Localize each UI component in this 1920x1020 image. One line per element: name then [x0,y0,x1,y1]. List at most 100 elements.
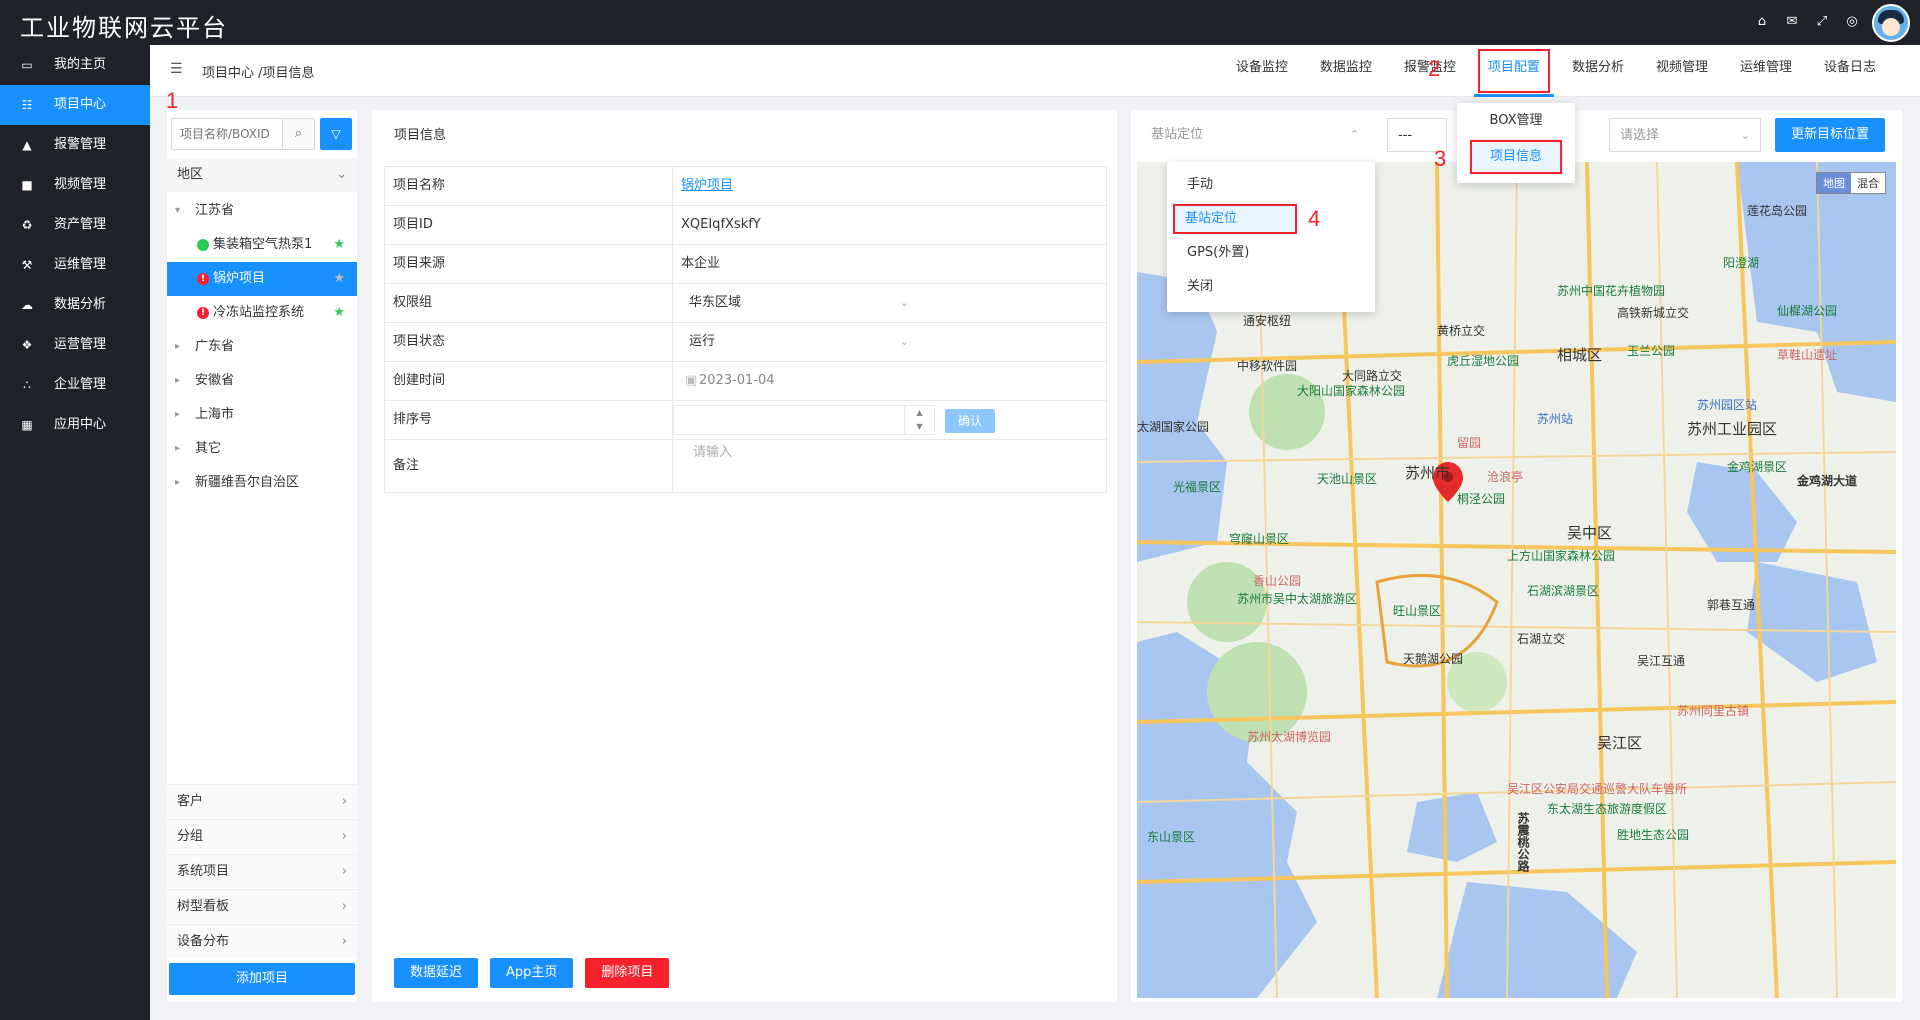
map-label: 留园 [1457,436,1482,450]
tree-node-project-selected[interactable]: ! 锅炉项目 ★ [167,262,357,296]
sidebar-item-apps[interactable]: ▦ 应用中心 [0,405,150,445]
sidebar-item-enterprise[interactable]: ∴ 企业管理 [0,365,150,405]
locate-option-off[interactable]: 关闭 [1167,270,1375,304]
tab-data-analysis[interactable]: 数据分析 [1558,45,1638,97]
sidebar-item-label: 我的主页 [54,57,107,72]
tab-device-log[interactable]: 设备日志 [1810,45,1890,97]
star-icon[interactable]: ★ [333,262,345,296]
tree-node-project[interactable]: ! 冷冻站监控系统 ★ [167,296,357,330]
project-status-select[interactable]: 运行 ⌄ [679,327,919,357]
tree-node-project[interactable]: 集装箱空气热泵1 ★ [167,228,357,262]
confirm-button[interactable]: 确认 [945,409,995,433]
locate-option-base-station[interactable]: 基站定位 [1171,202,1299,236]
sidebar-item-label: 企业管理 [54,377,107,392]
menu-toggle-icon[interactable]: ☰ [170,61,183,77]
remark-textarea[interactable]: 请输入 [673,440,1106,492]
accordion-device-distribution[interactable]: 设备分布 › [167,924,357,958]
project-tree-panel: ⌕ ▽ 地区 ⌄ ▾ 江苏省 集装箱空气热泵1 ★ ! 锅炉项目 ★ ! 冷冻站监控系统 ★ … [167,110,357,1002]
map-label: 吴中区 [1567,524,1613,542]
map-mode-hybrid[interactable]: 混合 [1851,173,1885,193]
tree-node-other[interactable]: ▸ 其它 [167,432,357,466]
accordion-system-project[interactable]: 系统项目 › [167,854,357,888]
permission-group-select[interactable]: 华东区域 ⌄ [679,288,919,318]
target-select[interactable]: 请选择 ⌄ [1609,118,1761,152]
mail-icon[interactable]: ✉ [1784,14,1800,30]
map-label: 高铁新城立交 [1617,306,1690,320]
locate-option-gps[interactable]: GPS(外置) [1167,236,1375,270]
annotation-1: 1 [166,88,179,113]
sidebar-item-analysis[interactable]: ☁ 数据分析 [0,285,150,325]
form-label: 备注 [385,440,673,492]
tree-node-label: 集装箱空气热泵1 [213,237,313,252]
tab-device-monitor[interactable]: 设备监控 [1222,45,1302,97]
tree-node-xinjiang[interactable]: ▸ 新疆维吾尔自治区 [167,466,357,500]
delete-project-button[interactable]: 删除项目 [585,958,670,988]
tab-video-manage[interactable]: 视频管理 [1642,45,1722,97]
map-label: 苏州太湖博览园 [1247,730,1332,744]
sidebar-item-operation[interactable]: ❖ 运营管理 [0,325,150,365]
cloud-icon: ☁ [21,298,33,312]
search-icon[interactable]: ⌕ [282,119,314,149]
locate-mode-dropdown: 手动 基站定位 GPS(外置) 关闭 [1167,162,1375,312]
select-value: --- [1398,128,1413,143]
add-project-button[interactable]: 添加项目 [169,963,355,995]
sort-number-input[interactable]: ▲ ▼ [673,405,935,435]
sidebar-item-home[interactable]: ▭ 我的主页 [0,45,150,85]
tab-project-config[interactable]: 项目配置 [1473,45,1554,97]
chevron-down-icon: ⌄ [899,335,909,348]
map-type-toggle[interactable]: 地图 混合 [1816,172,1886,194]
form-label: 项目来源 [385,245,673,283]
accordion-tree-board[interactable]: 树型看板 › [167,889,357,923]
grid-icon: ☷ [21,98,33,112]
caret-right-icon: ▸ [175,477,181,488]
annotation-2: 2 [1428,56,1441,81]
search-input[interactable] [172,119,282,149]
globe-icon[interactable]: ◎ [1844,14,1860,30]
menu-item-project-info[interactable]: 项目信息 [1469,139,1563,175]
update-target-button[interactable]: 更新目标位置 [1775,118,1885,152]
map-mode-normal[interactable]: 地图 [1817,173,1851,193]
tree-node-label: 上海市 [195,407,235,422]
tree-node-label: 冷冻站监控系统 [213,305,305,320]
project-name-link[interactable]: 锅炉项目 [681,178,733,193]
app-home-button[interactable]: App主页 [490,958,574,988]
accordion-group[interactable]: 分组 › [167,819,357,853]
menu-item-box-manage[interactable]: BOX管理 [1457,103,1575,139]
project-search: ⌕ [171,118,315,150]
accordion-customer[interactable]: 客户 › [167,784,357,818]
data-delay-button[interactable]: 数据延迟 [394,958,479,988]
filter-button[interactable]: ▽ [320,118,352,150]
tree-node-shanghai[interactable]: ▸ 上海市 [167,398,357,432]
accordion-label: 分组 [177,829,204,844]
locate-mode-select[interactable]: 基站定位 ⌃ [1141,118,1369,152]
map-label: 大阳山国家森林公园 [1297,384,1406,398]
tree-node-guangdong[interactable]: ▸ 广东省 [167,330,357,364]
sidebar-item-video[interactable]: ■ 视频管理 [0,165,150,205]
calendar-icon: ▣ [685,373,698,388]
sidebar-item-project-center[interactable]: ☷ 项目中心 [0,85,150,125]
fullscreen-icon[interactable]: ⤢ [1814,14,1830,30]
avatar[interactable] [1872,4,1910,42]
sidebar-item-maintenance[interactable]: ⚒ 运维管理 [0,245,150,285]
form-row: 项目ID XQEIqfXskfY [385,206,1106,245]
tree-node-anhui[interactable]: ▸ 安徽省 [167,364,357,398]
map-label: 通安枢纽 [1243,314,1292,328]
chevron-right-icon: › [341,864,347,879]
map-label: 苏州站 [1537,412,1574,426]
sidebar-item-alarm[interactable]: ▲ 报警管理 [0,125,150,165]
map-label: 仙樨湖公园 [1777,304,1838,318]
region-header[interactable]: 地区 ⌄ [167,158,357,192]
sidebar-item-asset[interactable]: ♻ 资产管理 [0,205,150,245]
gift-icon[interactable]: ⌂ [1754,14,1770,30]
tab-data-monitor[interactable]: 数据监控 [1306,45,1386,97]
tree-node-jiangsu[interactable]: ▾ 江苏省 [167,194,357,228]
map-label: 上方山国家森林公园 [1507,549,1616,563]
stepper-icon[interactable]: ▲ ▼ [904,406,934,434]
tree-node-label: 江苏省 [195,203,235,218]
star-icon[interactable]: ★ [333,228,345,262]
locate-option-manual[interactable]: 手动 [1167,168,1375,202]
tab-ops-manage[interactable]: 运维管理 [1726,45,1806,97]
map-label: 郭巷互通 [1707,598,1756,612]
map-label: 穹窿山景区 [1229,532,1290,546]
star-icon[interactable]: ★ [333,296,345,330]
